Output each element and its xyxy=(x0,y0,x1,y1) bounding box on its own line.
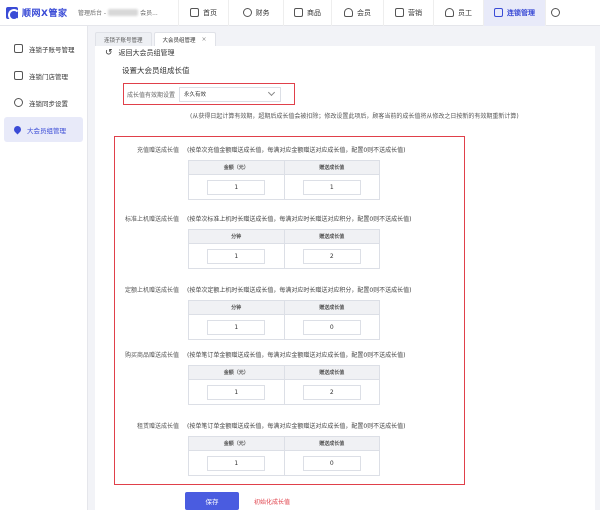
growth-value-input[interactable]: 0 xyxy=(302,319,361,335)
home-icon xyxy=(190,8,199,17)
nav-finance[interactable]: 财务 xyxy=(228,0,283,26)
app-name: 顺网X管家 xyxy=(22,9,68,19)
rule-desc: (按单次充值金额赠送成长值，每满对应金额赠送对应成长值，配置0则不送成长值) xyxy=(187,147,406,154)
back-arrow-icon: ↺ xyxy=(105,48,113,58)
logo-icon xyxy=(6,6,20,21)
blurred-store-name xyxy=(108,9,139,16)
col-header: 赠送成长值 xyxy=(319,370,345,376)
growth-rules-box: 充值赠送成长值 (按单次充值金额赠送成长值，每满对应金额赠送对应成长值，配置0则… xyxy=(114,136,465,485)
back-link[interactable]: ↺ 返回大会员组管理 xyxy=(105,48,175,58)
col-header: 金额（元） xyxy=(189,366,285,379)
growth-value-input[interactable]: 0 xyxy=(302,455,361,471)
rule-header: 定额上机赠送成长值 (按单次定额上机时长赠送成长值，每满对应时长赠送对应积分，配… xyxy=(115,285,412,294)
col-header: 赠送成长值 xyxy=(319,441,345,447)
rule-desc: (按单笔订单金额赠送成长值，每满对应金额赠送对应成长值，配置0则不送成长值) xyxy=(187,423,406,430)
member-icon xyxy=(344,8,353,17)
rule-table: 分钟 赠送成长值 1 2 xyxy=(188,229,380,269)
sidebar: 连锁子账号管理 连锁门店管理 连锁同步设置 大会员组管理 xyxy=(0,26,88,510)
save-button[interactable]: 保存 xyxy=(185,492,239,510)
validity-setting: 成长值有效期设置 永久有效 xyxy=(123,83,295,105)
chevron-down-icon xyxy=(267,88,276,97)
tab-member-group[interactable]: 大会员组管理 × xyxy=(153,32,216,46)
rule-label: 定额上机赠送成长值 xyxy=(124,287,179,294)
amount-input[interactable]: 1 xyxy=(207,384,266,400)
col-header: 分钟 xyxy=(189,301,285,314)
validity-note: (从获得日起计算有效期，超期后成长值会被扣除；修改设置此项后，顾客当前的成长值将… xyxy=(190,113,519,120)
validity-label: 成长值有效期设置 xyxy=(127,91,176,99)
main-panel: ↺ 返回大会员组管理 设置大会员组成长值 成长值有效期设置 永久有效 (从获得日… xyxy=(95,46,595,510)
rule-table: 金额（元） 赠送成长值 1 1 xyxy=(188,160,380,200)
tab-chain-subaccount[interactable]: 连锁子账号管理 xyxy=(95,32,152,46)
rule-label: 租赁赠送成长值 xyxy=(136,423,179,430)
rule-header: 标准上机赠送成长值 (按单次标准上机时长赠送成长值，每满对应时长赠送对应积分，配… xyxy=(115,214,412,223)
nav-home[interactable]: 首页 xyxy=(178,0,228,26)
more-icon xyxy=(551,8,560,17)
col-header: 分钟 xyxy=(189,230,285,243)
col-header: 赠送成长值 xyxy=(319,234,345,240)
top-bar: 顺网X管家 管理后台 - 会员... 首页 财务 商品 会员 营销 员工 连锁管… xyxy=(0,0,600,26)
chain-icon xyxy=(494,8,503,17)
page-tabs: 连锁子账号管理 大会员组管理 × xyxy=(95,32,218,46)
reset-growth-link[interactable]: 初始化成长值 xyxy=(254,497,290,506)
nav-staff[interactable]: 员工 xyxy=(433,0,483,26)
growth-value-input[interactable]: 2 xyxy=(302,384,361,400)
sidebar-item-chain-sync[interactable]: 连锁同步设置 xyxy=(4,90,83,115)
validity-select[interactable]: 永久有效 xyxy=(179,86,282,102)
nav-marketing[interactable]: 营销 xyxy=(383,0,433,26)
rule-desc: (按单次定额上机时长赠送成长值，每满对应时长赠送对应积分，配置0则不送成长值) xyxy=(187,287,412,294)
col-header: 金额（元） xyxy=(189,161,285,174)
col-header: 赠送成长值 xyxy=(319,165,345,171)
sidebar-item-chain-subaccount[interactable]: 连锁子账号管理 xyxy=(4,36,83,61)
rule-header: 购买商品赠送成长值 (按单笔订单金额赠送成长值，每满对应金额赠送对应成长值，配置… xyxy=(115,350,406,359)
col-header: 金额（元） xyxy=(189,437,285,450)
rule-table: 分钟 赠送成长值 1 0 xyxy=(188,300,380,340)
growth-value-input[interactable]: 2 xyxy=(302,248,361,264)
rule-header: 充值赠送成长值 (按单次充值金额赠送成长值，每满对应金额赠送对应成长值，配置0则… xyxy=(115,145,406,154)
org-icon xyxy=(14,44,23,53)
sidebar-item-chain-store[interactable]: 连锁门店管理 xyxy=(4,63,83,88)
amount-input[interactable]: 1 xyxy=(207,179,266,195)
rule-header: 租赁赠送成长值 (按单笔订单金额赠送成长值，每满对应金额赠送对应成长值，配置0则… xyxy=(115,421,406,430)
goods-icon xyxy=(294,8,303,17)
rule-label: 充值赠送成长值 xyxy=(136,147,179,154)
growth-value-input[interactable]: 1 xyxy=(302,179,361,195)
app-logo[interactable]: 顺网X管家 xyxy=(0,6,78,21)
page-title: 设置大会员组成长值 xyxy=(122,66,190,75)
minutes-input[interactable]: 1 xyxy=(207,248,266,264)
rule-desc: (按单笔订单金额赠送成长值，每满对应金额赠送对应成长值，配置0则不送成长值) xyxy=(187,352,406,359)
nav-more[interactable] xyxy=(545,0,569,26)
finance-icon xyxy=(242,8,252,17)
admin-prefix: 管理后台 - xyxy=(78,10,107,17)
sidebar-item-member-group[interactable]: 大会员组管理 xyxy=(4,117,83,142)
admin-suffix: 会员... xyxy=(140,10,158,17)
rule-label: 标准上机赠送成长值 xyxy=(124,216,179,223)
top-nav: 首页 财务 商品 会员 营销 员工 连锁管理 xyxy=(178,0,569,26)
diamond-icon xyxy=(12,124,23,135)
nav-goods[interactable]: 商品 xyxy=(283,0,331,26)
rule-table: 金额（元） 赠送成长值 1 0 xyxy=(188,436,380,476)
store-icon xyxy=(14,71,23,80)
rule-table: 金额（元） 赠送成长值 1 2 xyxy=(188,365,380,405)
col-header: 赠送成长值 xyxy=(319,305,345,311)
nav-member[interactable]: 会员 xyxy=(331,0,383,26)
minutes-input[interactable]: 1 xyxy=(207,319,266,335)
amount-input[interactable]: 1 xyxy=(207,455,266,471)
validity-value: 永久有效 xyxy=(184,92,207,98)
staff-icon xyxy=(445,8,454,17)
rule-desc: (按单次标准上机时长赠送成长值，每满对应时长赠送对应积分，配置0则不送成长值) xyxy=(187,216,412,223)
nav-chain-management[interactable]: 连锁管理 xyxy=(483,0,545,26)
admin-breadcrumb: 管理后台 - 会员... xyxy=(78,8,178,17)
rule-label: 购买商品赠送成长值 xyxy=(124,352,179,359)
close-icon[interactable]: × xyxy=(202,36,207,43)
marketing-icon xyxy=(395,8,404,17)
sync-icon xyxy=(14,98,23,107)
